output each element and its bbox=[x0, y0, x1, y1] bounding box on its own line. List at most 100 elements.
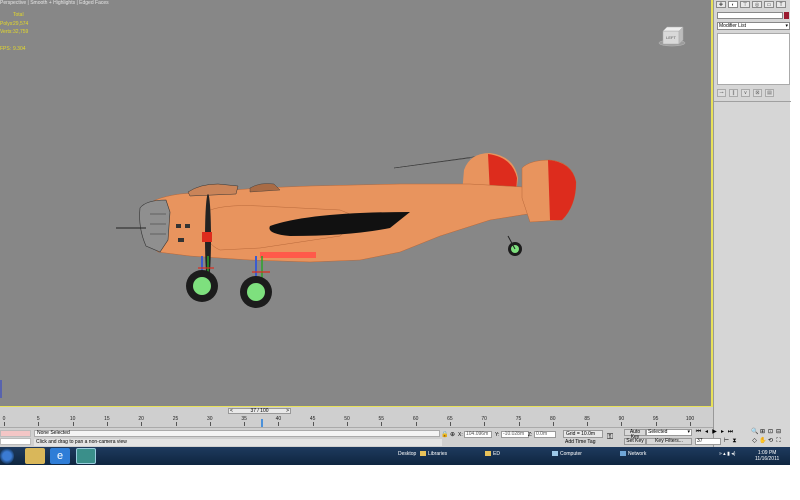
grid-size: Grid = 10.0m bbox=[563, 430, 603, 438]
timeline-tick bbox=[347, 422, 348, 426]
previous-frame-icon[interactable]: ◂ bbox=[703, 429, 710, 436]
timeline-ruler[interactable]: 0 5 10 15 20 25 30 35 40 45 50 55 60 65 70 75 80 85 90 95 10… bbox=[0, 416, 713, 427]
timeline-tick bbox=[415, 422, 417, 426]
aircraft-model[interactable] bbox=[110, 148, 590, 313]
computer-link[interactable]: Computer bbox=[552, 451, 582, 457]
timeline-tick bbox=[621, 422, 623, 426]
x-value[interactable]: 104.096m bbox=[464, 431, 492, 438]
libraries-link[interactable]: Libraries bbox=[420, 451, 447, 457]
3dsmax-taskbar-icon[interactable] bbox=[76, 448, 96, 464]
show-end-result-icon[interactable]: ∥ bbox=[729, 89, 738, 97]
ed-link[interactable]: ED bbox=[485, 451, 500, 457]
frame-indicator: 37 / 100 bbox=[250, 408, 269, 414]
zoom-all-icon[interactable]: ⊞ bbox=[759, 429, 766, 436]
timeline-tick bbox=[312, 422, 314, 426]
orbit-icon[interactable]: ⟲ bbox=[767, 438, 774, 445]
y-coordinate[interactable]: Y: -10.028m bbox=[495, 431, 531, 438]
belly-strip bbox=[260, 252, 316, 258]
timeline-tick bbox=[484, 422, 486, 426]
stats-value: 9.304 bbox=[13, 46, 26, 52]
time-slider[interactable]: < 37 / 100 > bbox=[228, 408, 291, 414]
zoom-icon[interactable]: 🔍 bbox=[751, 429, 758, 436]
z-coordinate[interactable]: Z: 0.0m bbox=[528, 431, 562, 438]
timeline-tick bbox=[552, 422, 554, 426]
object-color-swatch[interactable] bbox=[784, 12, 789, 19]
explorer-taskbar-icon[interactable] bbox=[25, 448, 45, 464]
maxscript-input[interactable] bbox=[0, 430, 31, 437]
field-of-view-icon[interactable]: ◇ bbox=[751, 438, 758, 445]
hierarchy-icon[interactable]: ⊤ bbox=[740, 1, 750, 8]
prompt-line: Click and drag to pan a non-camera view bbox=[34, 439, 442, 446]
timeline-tick bbox=[690, 422, 691, 426]
key-mode-value: Selected bbox=[648, 429, 668, 435]
stats-key: Polys: bbox=[0, 20, 14, 27]
prop-spinner bbox=[202, 232, 212, 242]
zoom-extents-icon[interactable]: ⊡ bbox=[767, 429, 774, 436]
transform-mode-icon[interactable]: ⊕ bbox=[450, 431, 458, 438]
viewport-stats: Total Polys:29,574 Verts:32,759 FPS: 9.30… bbox=[0, 11, 28, 54]
network-label: Network bbox=[628, 451, 647, 457]
internet-explorer-icon[interactable]: e bbox=[50, 448, 70, 464]
remove-modifier-icon[interactable]: ⊠ bbox=[753, 89, 762, 97]
x-label: X: bbox=[458, 432, 463, 438]
timeline-tick bbox=[106, 422, 108, 426]
perspective-viewport[interactable]: Perspective | Smooth + Highlights | Edge… bbox=[0, 0, 713, 407]
command-panel-tabs: ✚ ◐ ⊤ ◎ ▭ T bbox=[716, 1, 788, 9]
play-icon[interactable]: ▶ bbox=[711, 429, 718, 436]
modifier-stack[interactable] bbox=[717, 33, 790, 85]
chevron-down-icon: ▾ bbox=[785, 23, 788, 29]
go-to-end-icon[interactable]: ⏭ bbox=[727, 429, 734, 436]
maxscript-output[interactable] bbox=[0, 438, 31, 445]
add-time-tag-button[interactable]: Add Time Tag bbox=[563, 439, 605, 446]
time-config-icon[interactable]: ⧗ bbox=[731, 438, 738, 445]
auto-key-button[interactable]: Auto Key bbox=[624, 429, 646, 440]
desktop-toolbar[interactable]: Desktop bbox=[398, 451, 416, 457]
network-link[interactable]: Network bbox=[620, 451, 646, 457]
main-wheel-left-hub bbox=[193, 277, 211, 295]
divider bbox=[714, 101, 791, 102]
x-coordinate[interactable]: X: 104.096m bbox=[458, 431, 494, 438]
prev-frame-icon[interactable]: < bbox=[230, 409, 233, 414]
next-frame-icon[interactable]: > bbox=[286, 409, 289, 414]
z-label: Z: bbox=[528, 432, 533, 438]
lock-selection-icon[interactable]: 🔒 bbox=[441, 431, 448, 438]
key-mode-toggle-icon[interactable]: ⊢ bbox=[723, 438, 730, 445]
antenna-wire bbox=[393, 157, 471, 169]
object-name-field[interactable] bbox=[717, 12, 783, 19]
configure-sets-icon[interactable]: ▤ bbox=[765, 89, 774, 97]
ed-label: ED bbox=[493, 451, 500, 457]
motion-icon[interactable]: ◎ bbox=[752, 1, 762, 8]
create-icon[interactable]: ✚ bbox=[716, 1, 726, 8]
modifier-list-dropdown[interactable]: Modifier List ▾ bbox=[717, 22, 790, 30]
go-to-start-icon[interactable]: ⏮ bbox=[695, 429, 702, 436]
display-icon[interactable]: ▭ bbox=[764, 1, 774, 8]
command-panel: ✚ ◐ ⊤ ◎ ▭ T Modifier List ▾ ⊸ ∥ ∨ ⊠ ▤ bbox=[713, 0, 791, 455]
nose-glazing bbox=[139, 199, 171, 253]
utilities-icon[interactable]: T bbox=[776, 1, 786, 8]
taskbar-clock[interactable]: 1:09 PM 11/16/2011 bbox=[755, 450, 779, 462]
folder-icon bbox=[485, 451, 491, 457]
y-value[interactable]: -10.028m bbox=[501, 431, 529, 438]
maxscript-listener[interactable] bbox=[0, 430, 31, 446]
start-button-icon[interactable] bbox=[0, 448, 14, 464]
key-filters-button[interactable]: Key Filters... bbox=[646, 438, 692, 445]
viewport-label[interactable]: Perspective | Smooth + Highlights | Edge… bbox=[0, 0, 109, 6]
current-frame-input[interactable]: 37 bbox=[695, 438, 721, 445]
timeline-tick bbox=[449, 422, 451, 426]
viewcube[interactable]: LEFT bbox=[658, 25, 686, 47]
pin-stack-icon[interactable]: ⊸ bbox=[717, 89, 726, 97]
system-tray[interactable]: » ▴ ▮ ◂) bbox=[719, 451, 735, 457]
key-icon[interactable]: ⚿ bbox=[607, 432, 613, 442]
time-slider-area: < 37 / 100 > 0 5 10 15 20 25 30 35 40 45 50 55 60 65 7… bbox=[0, 407, 713, 427]
set-key-button[interactable]: Set Key bbox=[624, 438, 646, 445]
maximize-viewport-icon[interactable]: ⛶ bbox=[775, 438, 782, 445]
zoom-extents-all-icon[interactable]: ⊟ bbox=[775, 429, 782, 436]
pan-icon[interactable]: ✋ bbox=[759, 438, 766, 445]
modify-icon[interactable]: ◐ bbox=[728, 1, 738, 8]
make-unique-icon[interactable]: ∨ bbox=[741, 89, 750, 97]
z-value[interactable]: 0.0m bbox=[534, 431, 556, 438]
key-mode-select[interactable]: Selected ▾ bbox=[646, 429, 692, 436]
next-frame-icon[interactable]: ▸ bbox=[719, 429, 726, 436]
timeline-playhead[interactable] bbox=[261, 419, 263, 427]
stats-value: 32,759 bbox=[13, 29, 29, 35]
